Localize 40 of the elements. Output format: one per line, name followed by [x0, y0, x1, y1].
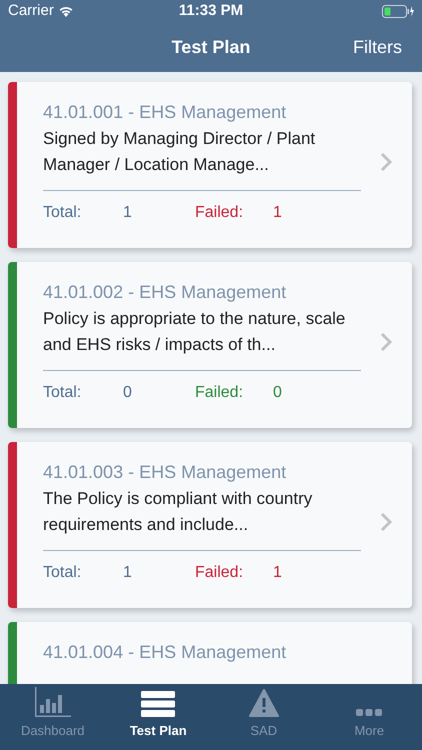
failed-label: Failed:	[195, 203, 244, 223]
total-value: 1	[123, 203, 133, 223]
test-code: 41.01.003 - EHS Management	[43, 461, 288, 484]
status-time: 11:33 PM	[178, 0, 244, 21]
wifi-icon	[58, 5, 74, 17]
chevron-right-icon	[380, 512, 392, 532]
tab-item[interactable]: Test Plan	[106, 684, 211, 750]
failed-label: Failed:	[195, 563, 244, 583]
filters-button[interactable]: Filters	[353, 34, 402, 60]
server-stack-icon	[141, 690, 176, 716]
failed-value: 0	[273, 383, 282, 403]
test-code: 41.01.001 - EHS Management	[43, 101, 288, 124]
test-card[interactable]: 41.01.003 - EHS Management The Policy is compliant with country requirements and include... Total: 1 Failed: 1	[8, 442, 412, 608]
total-label: Total:	[43, 563, 82, 583]
test-code: 41.01.002 - EHS Management	[43, 281, 288, 304]
tab-item[interactable]: SAD	[211, 684, 316, 750]
failed-value: 1	[273, 563, 282, 583]
total-label: Total:	[43, 383, 82, 403]
warning-icon	[248, 688, 279, 716]
test-code: 41.01.004 - EHS Management	[43, 641, 288, 664]
carrier-label: Carrier	[8, 0, 54, 21]
test-card[interactable]: 41.01.004 - EHS Management	[8, 622, 412, 684]
more-icon	[356, 708, 382, 716]
battery-icon	[382, 4, 414, 18]
test-description: The Policy is compliant with country requirements and include...	[43, 488, 314, 536]
tab-item[interactable]: Dashboard	[0, 684, 106, 750]
test-description: Signed by Managing Director / Plant Manager / Location Manage...	[43, 128, 316, 176]
nav-title: Test Plan	[172, 36, 250, 58]
failed-label: Failed:	[195, 383, 244, 403]
chevron-right-icon	[380, 152, 392, 172]
test-description: Policy is appropriate to the nature, scale and EHS risks / impacts of th...	[43, 308, 346, 356]
chevron-right-icon	[380, 332, 392, 352]
test-card[interactable]: 41.01.002 - EHS Management Policy is appropriate to the nature, scale and EHS risks / impacts of th... Total: 0 Failed: 0	[8, 262, 412, 428]
total-value: 1	[123, 563, 133, 583]
tab-item[interactable]: More	[316, 684, 422, 750]
test-card[interactable]: 41.01.001 - EHS Management Signed by Managing Director / Plant Manager / Location Manage... Total: 1 Failed: 1	[8, 82, 412, 248]
failed-value: 1	[273, 203, 282, 223]
total-value: 0	[123, 383, 133, 403]
total-label: Total:	[43, 203, 82, 223]
bar-chart-icon	[34, 686, 71, 716]
